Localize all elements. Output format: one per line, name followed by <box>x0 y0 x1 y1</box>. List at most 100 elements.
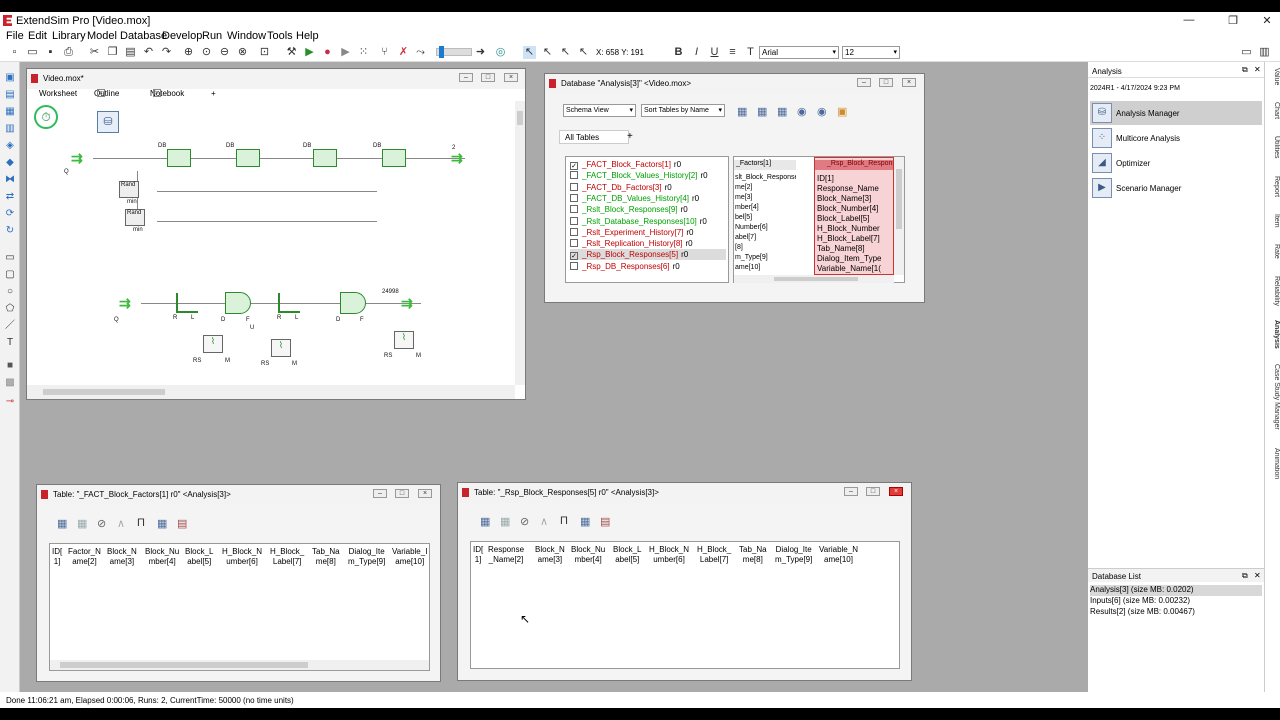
database-icon[interactable]: ⛁ <box>97 111 119 133</box>
column-header[interactable]: H_Block_ Label[7] <box>270 547 304 567</box>
palette-tool-icon[interactable]: ↻ <box>4 225 16 237</box>
minimize-button[interactable]: – <box>373 489 387 498</box>
palette-tool-icon[interactable]: ▥ <box>4 123 16 135</box>
minimize-button[interactable]: – <box>459 73 473 82</box>
column-header[interactable]: H_Block_N umber[6] <box>649 545 689 565</box>
table-list-item[interactable]: _Rslt_Replication_History[8] r0 <box>570 238 726 249</box>
table-checkbox[interactable] <box>570 193 578 202</box>
vertical-scrollbar[interactable] <box>515 101 525 385</box>
column-header[interactable]: Tab_Na me[8] <box>312 547 340 567</box>
table-icon[interactable]: ▦ <box>777 105 787 118</box>
database-list-item[interactable]: Analysis[3] (size MB: 0.0202) <box>1090 585 1262 596</box>
maximize-button[interactable]: □ <box>866 487 880 496</box>
underline-icon[interactable]: U <box>708 46 721 59</box>
column-header[interactable]: ID[ 1] <box>52 547 62 567</box>
db-write-block[interactable] <box>236 149 260 167</box>
view-select[interactable]: Schema View ▾ <box>563 104 636 117</box>
print-icon[interactable]: ⎙ <box>62 46 75 59</box>
table-list-item[interactable]: ✓ _Rsp_Block_Responses[5] r0 <box>570 249 726 261</box>
add-tab-icon[interactable]: + <box>627 131 633 142</box>
oval-tool-icon[interactable]: ○ <box>4 286 16 298</box>
animation-speed-slider[interactable] <box>436 46 472 58</box>
hand-icon[interactable]: ↖ <box>577 46 590 59</box>
palette-tool-icon[interactable]: ⇄ <box>4 191 16 203</box>
line-tool-icon[interactable]: ／ <box>4 320 16 332</box>
table-list-item[interactable]: _FACT_DB_Values_History[4] r0 <box>570 193 726 204</box>
table-checkbox[interactable]: ✓ <box>570 162 578 170</box>
connect-pointer-icon[interactable]: ↖ <box>559 46 572 59</box>
db-write-block[interactable] <box>382 149 406 167</box>
optimizer-item[interactable]: ◢ Optimizer <box>1090 151 1262 175</box>
font-size-select[interactable]: 12 ▾ <box>842 46 900 59</box>
close-button[interactable]: × <box>902 78 916 87</box>
table-list-item[interactable]: _Rslt_Experiment_History[7] r0 <box>570 227 726 238</box>
step-icon[interactable]: ▶ <box>339 46 352 59</box>
close-icon[interactable]: ✕ <box>1254 65 1261 74</box>
table-icon[interactable]: ▦ <box>580 515 590 528</box>
queue-block[interactable] <box>176 293 198 313</box>
column-header[interactable]: Variable_N ame[10] <box>819 545 858 565</box>
text-tool-icon[interactable]: T <box>4 337 16 349</box>
open-icon[interactable]: ▭ <box>26 46 39 59</box>
animate-icon[interactable]: ⁙ <box>357 46 370 59</box>
export-icon[interactable]: ▣ <box>837 105 847 118</box>
side-tab-report[interactable]: Report <box>1266 176 1280 197</box>
stop-icon[interactable]: ● <box>321 46 334 59</box>
table-checkbox[interactable] <box>570 205 578 214</box>
save-icon[interactable]: ▪ <box>44 46 57 59</box>
table-checkbox[interactable] <box>570 216 578 225</box>
animation-icon[interactable]: ➜ <box>474 46 487 59</box>
fit-window-icon[interactable]: ⊡ <box>258 46 271 59</box>
pi-icon[interactable]: Π <box>560 515 568 527</box>
clone-pointer-icon[interactable]: ↖ <box>541 46 554 59</box>
horizontal-scrollbar[interactable] <box>734 275 894 283</box>
histogram-block[interactable]: ⌇ <box>271 339 291 357</box>
exit-block[interactable]: ⇉ <box>401 296 413 310</box>
column-header[interactable]: Variable_I ame[10] <box>392 547 427 567</box>
column-header[interactable]: Tab_Na me[8] <box>739 545 767 565</box>
rsp-table-box[interactable]: _Rsp_Block_Respons ID[1] Response_Name Blo… <box>814 157 894 275</box>
factors-grid[interactable]: ID[ 1] Factor_N ame[2] Block_N ame[3] Block… <box>49 543 430 671</box>
build-icon[interactable]: ⚒ <box>285 46 298 59</box>
table-checkbox[interactable] <box>570 227 578 236</box>
close-icon[interactable]: × <box>153 89 161 97</box>
tile-window-icon[interactable]: ▭ <box>1240 46 1253 59</box>
worksheet-canvas[interactable]: ⏱ ⛁ ⇉ DB DB DB DB 2 ⇉ Q Rand min Rand mi… <box>27 101 515 385</box>
schema-view[interactable]: _Factors[1] slt_Block_Responses me[2] me[3… <box>733 156 905 283</box>
zoom-fit-icon[interactable]: ⊗ <box>236 46 249 59</box>
tab-all-tables[interactable]: All Tables <box>559 130 629 144</box>
palette-tool-icon[interactable]: ◈ <box>4 140 16 152</box>
column-header[interactable]: H_Block_ Label[7] <box>697 545 731 565</box>
pointer-icon[interactable]: ↖ <box>523 46 536 59</box>
side-tab-reliability[interactable]: Reliability <box>1266 276 1280 306</box>
trace-icon[interactable]: ⤳ <box>414 46 427 59</box>
scroll-thumb[interactable] <box>517 111 523 125</box>
column-header[interactable]: Dialog_Ite m_Type[9] <box>775 545 812 565</box>
zoom-icon[interactable]: ⊙ <box>200 46 213 59</box>
table-list-item[interactable]: _Rsp_DB_Responses[6] r0 <box>570 261 726 272</box>
side-tab-animation[interactable]: Animation <box>1266 448 1280 479</box>
menu-model[interactable]: Model <box>87 30 117 42</box>
palette-tool-icon[interactable]: ▤ <box>4 89 16 101</box>
menu-window[interactable]: Window <box>227 30 266 42</box>
menu-run[interactable]: Run <box>202 30 222 42</box>
breakpoint-icon[interactable]: ✗ <box>397 46 410 59</box>
zoom-out-icon[interactable]: ⊖ <box>218 46 231 59</box>
bold-icon[interactable]: B <box>672 46 685 59</box>
minimize-button[interactable]: – <box>844 487 858 496</box>
copy-icon[interactable]: ❐ <box>106 46 119 59</box>
italic-icon[interactable]: I <box>690 46 703 59</box>
chart-icon[interactable]: ∧ <box>540 515 548 528</box>
table-icon[interactable]: ▦ <box>757 105 767 118</box>
minimize-button[interactable]: – <box>857 78 871 87</box>
slider-handle[interactable] <box>439 46 444 58</box>
database-list-item[interactable]: Inputs[6] (size MB: 0.00232) <box>1090 596 1262 607</box>
column-header[interactable]: Block_L abel[5] <box>613 545 641 565</box>
table-icon[interactable]: ▦ <box>480 515 490 528</box>
column-header[interactable]: ID[ 1] <box>473 545 483 565</box>
scroll-thumb[interactable] <box>60 662 308 668</box>
column-header[interactable]: Block_L abel[5] <box>185 547 213 567</box>
debug-icon[interactable]: ⑂ <box>378 46 391 59</box>
factors-table-box[interactable]: _Factors[1] slt_Block_Responses me[2] me[3… <box>734 157 796 275</box>
table-checkbox[interactable] <box>570 182 578 191</box>
